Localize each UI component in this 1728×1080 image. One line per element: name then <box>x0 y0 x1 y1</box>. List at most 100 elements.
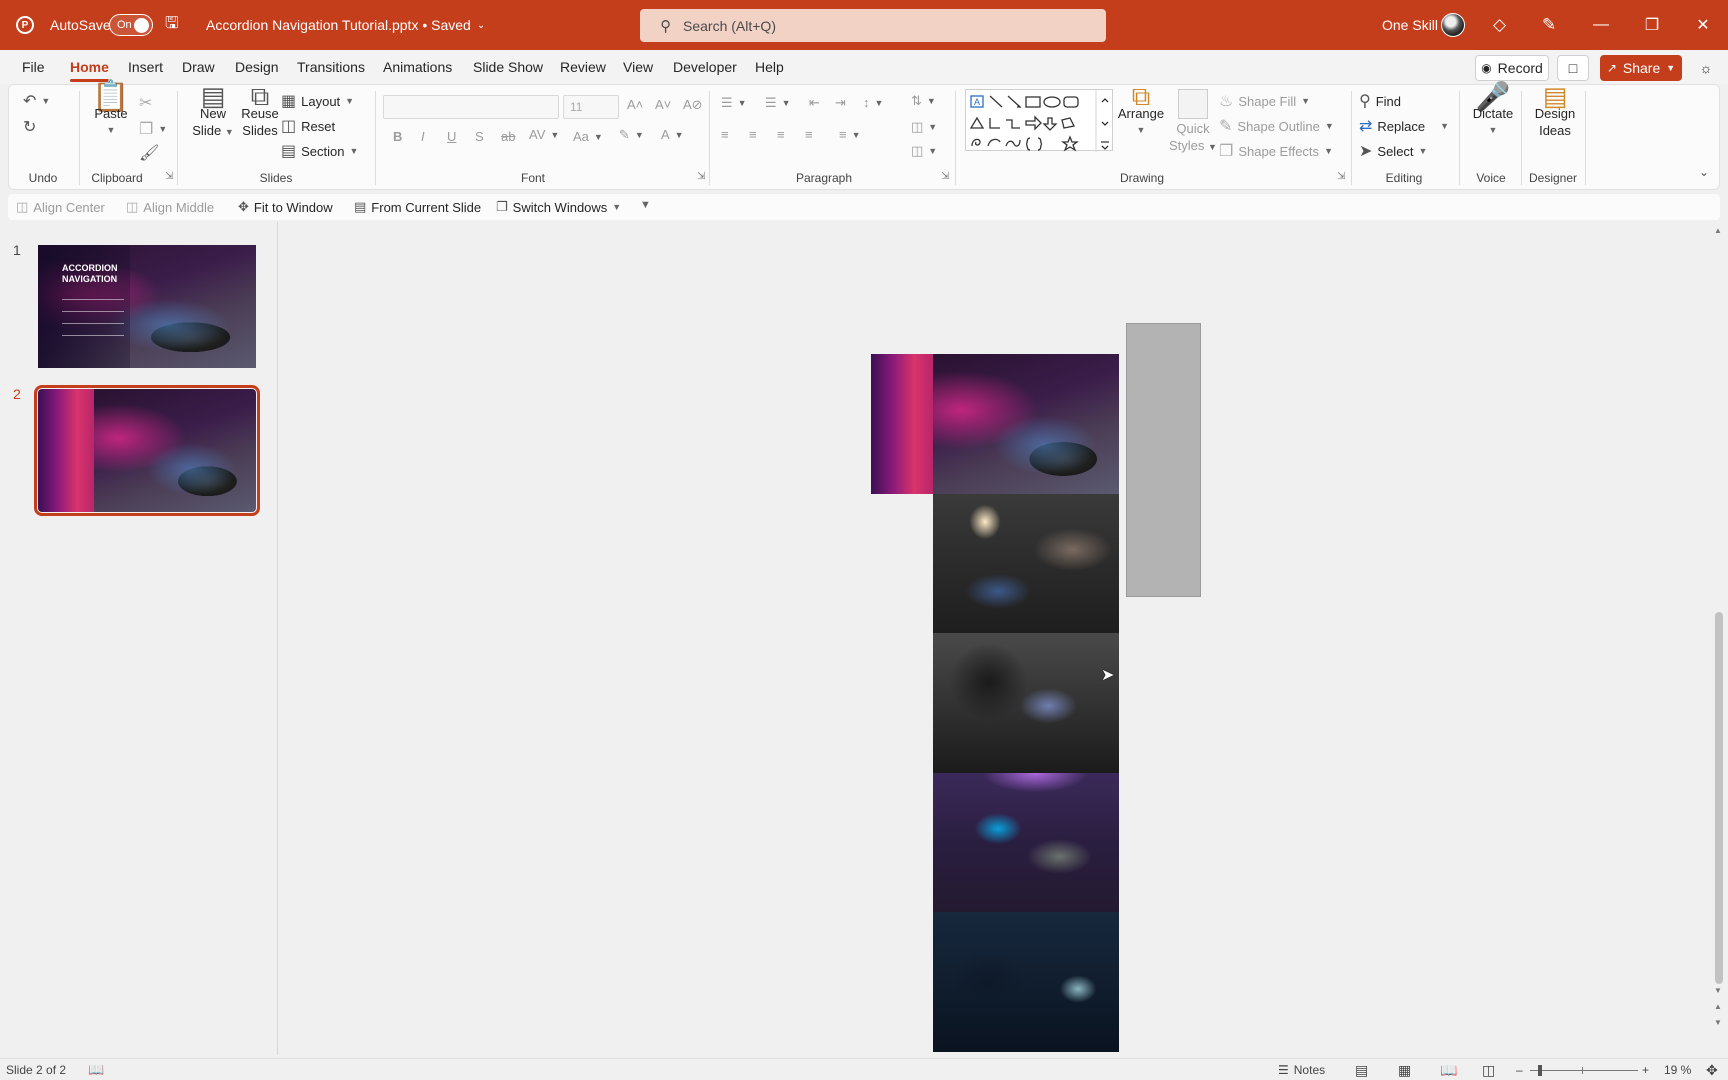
search-input[interactable]: ⚲ Search (Alt+Q) <box>640 9 1106 42</box>
tab-draw[interactable]: Draw <box>182 50 215 84</box>
undo-button[interactable]: ↶ ▼ <box>23 91 50 111</box>
tab-review[interactable]: Review <box>560 50 606 84</box>
tab-file[interactable]: File <box>22 50 45 84</box>
zoom-slider-thumb[interactable] <box>1538 1064 1542 1076</box>
tab-slide-show[interactable]: Slide Show <box>473 50 543 84</box>
format-painter-button[interactable]: 🖌 <box>139 143 159 163</box>
slide-thumbnail-2[interactable] <box>34 385 260 516</box>
character-spacing-button[interactable]: AV ▼ <box>529 127 559 142</box>
slide-canvas[interactable]: ➤ <box>279 222 1711 1055</box>
gray-rectangle-shape[interactable] <box>1126 323 1201 597</box>
copy-button[interactable]: ❐ ▼ <box>139 119 167 139</box>
minimize-button[interactable]: — <box>1576 0 1626 50</box>
slideshow-view-icon[interactable]: ◫ <box>1482 1059 1495 1080</box>
switch-windows-button[interactable]: ❐ Switch Windows ▼ <box>496 199 621 215</box>
zoom-in-button[interactable]: + <box>1642 1059 1649 1080</box>
font-family-input[interactable] <box>383 95 559 119</box>
increase-font-button[interactable]: A˄ <box>627 97 643 112</box>
tab-design[interactable]: Design <box>235 50 279 84</box>
align-center-icon[interactable]: ≡ <box>749 127 757 142</box>
layout-button[interactable]: ▦ Layout ▼ <box>281 91 354 111</box>
comments-button[interactable]: □ <box>1557 55 1589 81</box>
reuse-slides-button[interactable]: ⧉ Reuse Slides <box>237 83 283 138</box>
coauthor-icon[interactable]: ☼ <box>1692 55 1720 81</box>
scroll-thumb[interactable] <box>1715 612 1723 984</box>
align-middle-button[interactable]: ◫ Align Middle <box>126 199 214 215</box>
reading-view-icon[interactable]: 📖 <box>1440 1059 1457 1080</box>
accessibility-icon[interactable]: 📖 <box>88 1059 104 1080</box>
avatar[interactable] <box>1441 0 1465 50</box>
diamond-icon[interactable]: ◇ <box>1493 0 1506 50</box>
fit-slide-icon[interactable]: ✥ <box>1706 1059 1718 1080</box>
slide-thumbnail-1[interactable]: ACCORDION NAVIGATION <box>38 245 256 368</box>
font-color-icon[interactable]: A ▼ <box>661 127 684 142</box>
from-current-slide-button[interactable]: ▤ From Current Slide <box>354 199 481 215</box>
customize-toolbar-icon[interactable]: ▼ <box>640 199 651 211</box>
pen-icon[interactable]: ✎ <box>1542 0 1556 50</box>
zoom-out-button[interactable]: – <box>1516 1059 1523 1080</box>
slide-image-neon[interactable] <box>933 773 1119 912</box>
decrease-indent-icon[interactable]: ⇤ <box>809 95 820 111</box>
increase-indent-icon[interactable]: ⇥ <box>835 95 846 111</box>
tab-transitions[interactable]: Transitions <box>297 50 365 84</box>
highlight-icon[interactable]: ✎ ▼ <box>619 127 644 143</box>
drawing-launcher-icon[interactable]: ⇲ <box>1337 171 1345 182</box>
next-slide-icon[interactable]: ▼ <box>1714 1018 1722 1027</box>
text-direction-icon[interactable]: ⇅ ▼ <box>911 93 936 109</box>
arrange-button[interactable]: ⧉ Arrange ▼ <box>1115 83 1167 138</box>
cut-button[interactable]: ✂ <box>139 93 152 113</box>
tab-developer[interactable]: Developer <box>673 50 737 84</box>
italic-button[interactable]: I <box>421 129 425 144</box>
slide-image-desk[interactable] <box>933 354 1119 494</box>
redo-button[interactable]: ↻ <box>23 117 36 137</box>
bold-button[interactable]: B <box>393 129 402 144</box>
collapse-ribbon-icon[interactable]: ⌄ <box>1699 165 1709 179</box>
save-icon[interactable]: 🖫 <box>165 0 179 50</box>
clear-formatting-icon[interactable]: A⊘ <box>683 97 703 113</box>
tab-view[interactable]: View <box>623 50 653 84</box>
slide-sorter-icon[interactable]: ▦ <box>1398 1059 1411 1080</box>
previous-slide-icon[interactable]: ▲ <box>1714 1002 1722 1011</box>
tab-insert[interactable]: Insert <box>128 50 163 84</box>
clipboard-launcher-icon[interactable]: ⇲ <box>165 171 173 182</box>
zoom-slider[interactable] <box>1530 1059 1638 1080</box>
design-ideas-button[interactable]: ▤ Design Ideas <box>1527 83 1583 138</box>
font-size-input[interactable]: 11 <box>563 95 619 119</box>
share-button[interactable]: ↗ Share ▼ <box>1600 55 1682 81</box>
restore-button[interactable]: ❐ <box>1627 0 1677 50</box>
scroll-up-icon[interactable]: ▲ <box>1714 226 1722 235</box>
vertical-scrollbar[interactable]: ▲ ▼ ▲ ▼ <box>1711 222 1728 1055</box>
scroll-down-icon[interactable]: ▼ <box>1714 986 1722 995</box>
fit-to-window-button[interactable]: ✥ Fit to Window <box>238 199 333 215</box>
decrease-font-button[interactable]: A˅ <box>655 97 671 112</box>
shadow-button[interactable]: S <box>475 129 484 144</box>
shape-outline-button[interactable]: ✎ Shape Outline ▼ <box>1219 116 1334 136</box>
select-button[interactable]: ➤ Select ▼ <box>1359 141 1427 161</box>
align-left-icon[interactable]: ≡ <box>721 127 729 142</box>
columns-icon[interactable]: ≡ ▼ <box>839 127 861 142</box>
shape-fill-button[interactable]: ♨ Shape Fill ▼ <box>1219 91 1310 111</box>
bullets-icon[interactable]: ☰ ▼ <box>721 95 747 111</box>
underline-button[interactable]: U <box>447 129 456 144</box>
find-button[interactable]: ⚲ Find <box>1359 91 1401 111</box>
record-button[interactable]: ◉ Record <box>1475 55 1549 81</box>
autosave-toggle[interactable]: On <box>109 0 153 50</box>
slide-image-lamp[interactable] <box>933 494 1119 633</box>
quick-styles-button[interactable]: Quick Styles ▼ <box>1169 89 1217 155</box>
numbering-icon[interactable]: ☰ ▼ <box>765 95 791 111</box>
smartart-icon[interactable]: ◫ ▼ <box>911 143 937 159</box>
zoom-level[interactable]: 19 % <box>1664 1059 1691 1080</box>
notes-button[interactable]: ☰ Notes <box>1278 1059 1325 1080</box>
align-text-icon[interactable]: ◫ ▼ <box>911 119 937 135</box>
paragraph-launcher-icon[interactable]: ⇲ <box>941 171 949 182</box>
slide-image-man[interactable] <box>933 633 1119 773</box>
new-slide-button[interactable]: ▤ New Slide ▼ <box>189 83 237 140</box>
shape-effects-button[interactable]: ❐ Shape Effects ▼ <box>1219 141 1333 161</box>
section-button[interactable]: ▤ Section ▼ <box>281 141 358 161</box>
tab-home[interactable]: Home <box>70 50 109 84</box>
slide-image-dark[interactable] <box>933 912 1119 1052</box>
close-button[interactable]: ✕ <box>1678 0 1728 50</box>
line-spacing-icon[interactable]: ↕ ▼ <box>863 95 883 110</box>
accordion-panel-pink[interactable] <box>871 354 933 494</box>
document-title[interactable]: Accordion Navigation Tutorial.pptx • Sav… <box>206 0 485 50</box>
